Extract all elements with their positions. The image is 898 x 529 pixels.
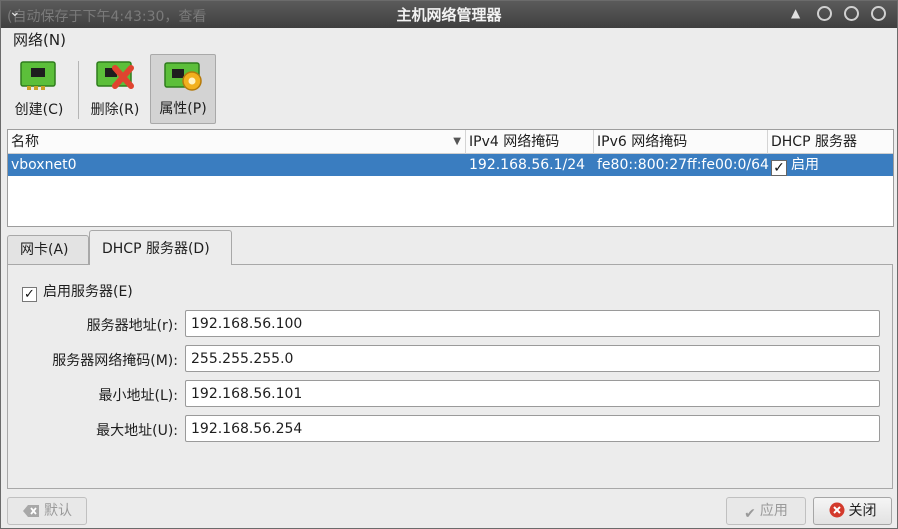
default-button[interactable]: 默认	[7, 497, 87, 525]
close-circle-icon	[829, 502, 844, 518]
host-network-table: 名称 ▼ IPv4 网络掩码 IPv6 网络掩码 DHCP 服务器 vboxne…	[7, 129, 894, 227]
cell-ipv4: 192.168.56.1/24	[469, 157, 586, 173]
server-address-input[interactable]	[185, 310, 880, 337]
menu-bar: 网络(N)	[1, 28, 897, 50]
sort-desc-icon: ▼	[453, 136, 461, 147]
upper-address-row: 最大地址(U):	[8, 415, 894, 443]
upper-address-input[interactable]	[185, 415, 880, 442]
delete-label: 删除(R)	[90, 102, 140, 118]
network-properties-icon	[164, 62, 202, 91]
upper-address-label: 最大地址(U):	[96, 423, 178, 439]
server-mask-input[interactable]	[185, 345, 880, 372]
server-address-row: 服务器地址(r):	[8, 310, 894, 338]
server-mask-row: 服务器网络掩码(M):	[8, 345, 894, 373]
toolbar: 创建(C) 删除(R) 属性(P)	[1, 51, 897, 127]
lower-address-input[interactable]	[185, 380, 880, 407]
lower-address-row: 最小地址(L):	[8, 380, 894, 408]
checkmark-icon: ✔	[744, 506, 756, 522]
table-header: 名称 ▼ IPv4 网络掩码 IPv6 网络掩码 DHCP 服务器	[8, 130, 893, 154]
close-label: 关闭	[848, 503, 877, 519]
title-bar: (自动保存于下午4:43:30，查看 ⌄ 主机网络管理器 ▲	[1, 1, 897, 28]
enable-server-label: 启用服务器(E)	[43, 284, 133, 300]
properties-label: 属性(P)	[159, 101, 207, 117]
enable-server-checkbox[interactable]: ✓	[22, 287, 37, 302]
create-label: 创建(C)	[14, 102, 64, 118]
cell-name: vboxnet0	[11, 157, 77, 173]
minimize-icon[interactable]	[817, 6, 832, 21]
column-header-ipv4[interactable]: IPv4 网络掩码	[466, 130, 594, 154]
default-label: 默认	[44, 503, 72, 519]
reset-icon	[23, 505, 39, 517]
table-row[interactable]: vboxnet0 192.168.56.1/24 fe80::800:27ff:…	[8, 154, 893, 176]
tab-adapter[interactable]: 网卡(A)	[7, 235, 89, 265]
cell-ipv6: fe80::800:27ff:fe00:0/64	[597, 157, 769, 173]
delete-network-icon	[96, 61, 134, 89]
enable-server-row[interactable]: ✓ 启用服务器(E)	[22, 281, 133, 302]
close-button[interactable]: 关闭	[813, 497, 892, 525]
dhcp-server-panel: ✓ 启用服务器(E) 服务器地址(r): 服务器网络掩码(M): 最小地址(L):…	[7, 264, 893, 489]
column-header-ipv6[interactable]: IPv6 网络掩码	[594, 130, 768, 154]
window-title: 主机网络管理器	[396, 6, 502, 24]
maximize-icon[interactable]	[844, 6, 859, 21]
dhcp-enabled-checkbox[interactable]: ✓	[771, 160, 787, 176]
apply-label: 应用	[759, 503, 788, 519]
cell-dhcp: ✓ 启用	[768, 154, 893, 176]
server-address-label: 服务器地址(r):	[86, 318, 178, 334]
create-network-icon	[20, 61, 56, 90]
delete-button[interactable]: 删除(R)	[83, 54, 147, 124]
tab-bar: 网卡(A) DHCP 服务器(D)	[7, 230, 893, 265]
create-button[interactable]: 创建(C)	[5, 54, 73, 124]
close-window-icon[interactable]	[871, 6, 886, 21]
apply-button[interactable]: ✔ 应用	[726, 497, 806, 525]
tab-dhcp-server[interactable]: DHCP 服务器(D)	[89, 230, 232, 265]
column-header-name[interactable]: 名称 ▼	[8, 130, 466, 154]
menu-network[interactable]: 网络(N)	[13, 29, 66, 50]
properties-button[interactable]: 属性(P)	[150, 54, 216, 124]
host-network-manager-window: (自动保存于下午4:43:30，查看 ⌄ 主机网络管理器 ▲ 网络(N) 创建(…	[0, 0, 898, 529]
lower-address-label: 最小地址(L):	[98, 388, 178, 404]
server-mask-label: 服务器网络掩码(M):	[52, 353, 178, 369]
cell-dhcp-label: 启用	[791, 157, 819, 173]
column-header-dhcp[interactable]: DHCP 服务器	[768, 130, 893, 154]
shade-icon[interactable]: ▲	[791, 6, 800, 20]
toolbar-separator	[78, 61, 79, 119]
